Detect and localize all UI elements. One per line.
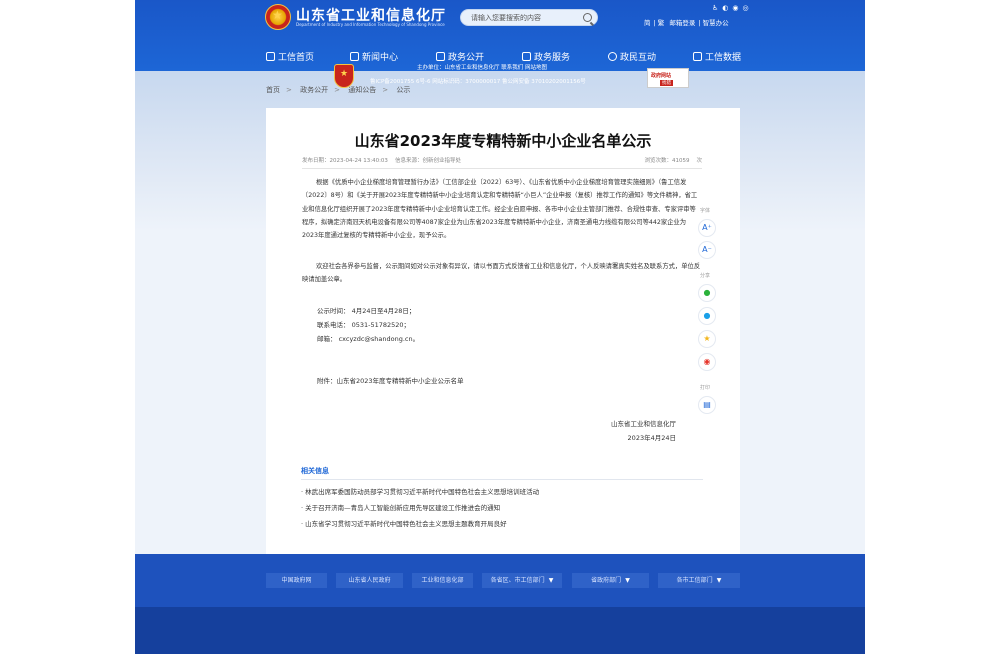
weibo-icon[interactable]: ◎ [743,4,749,12]
view-count: 浏览次数：41059 次 [644,158,702,164]
breadcrumb-home[interactable]: 首页 [266,86,280,94]
simplified-link[interactable]: 简 [644,19,651,27]
article-paragraph-2: 欢迎社会各界参与监督，公示期间如对公示对象有异议，请以书面方式反馈省工业和信息化… [302,263,701,284]
document-icon [436,52,445,61]
footer-info [135,607,865,654]
publish-date: 2023-04-24 13:40:03 [329,158,388,164]
qzone-share-icon[interactable]: ★ [698,330,716,348]
utility-links: 简 | 繁 邮箱登录 | 智慧办公 [644,19,729,27]
related-divider [301,479,703,480]
service-icon [522,52,531,61]
footer-dropdown-city[interactable]: 各市工信部门 ▼ [658,573,740,588]
breadcrumb-current[interactable]: 公示 [396,86,410,94]
gov-website-error-badge[interactable]: 政府网站 找错 [647,68,689,88]
nav-home[interactable]: 工信首页 [266,50,314,63]
search-icon[interactable] [583,13,592,22]
breadcrumb-open-government[interactable]: 政务公开 [300,86,328,94]
site-subtitle: Department of Industry and Information T… [296,22,445,27]
smart-office-link[interactable]: 智慧办公 [703,19,729,27]
signature-date: 2023年4月24日 [627,434,676,442]
wechat-icon[interactable]: ◉ [732,4,738,12]
data-icon [693,52,702,61]
footer-dropdown-provincial[interactable]: 各省区、市工信部门 ▼ [482,573,562,588]
contact-phone: 联系电话： 0531-51782520； [317,321,411,329]
font-size-label: 字体 [700,208,711,214]
related-item[interactable]: · 林武出席军委国防动员部学习贯彻习近平新时代中国特色社会主义思想培训班活动 [301,486,539,496]
share-label: 分享 [700,273,711,279]
page: 山东省工业和信息化厅 Department of Industry and In… [135,0,865,654]
source-value: 创新创业指导处 [422,158,461,164]
footer-link-shandong-gov[interactable]: 山东省人民政府 [336,573,403,588]
attachment-link[interactable]: 附件：山东省2023年度专精特新中小企业公示名单 [317,375,464,385]
wechat-share-icon[interactable]: ● [698,284,716,302]
article-meta: 发布日期：2023-04-24 13:40:03 信息来源：创新创业指导处 浏览… [302,156,702,164]
search-input[interactable]: 请输入您要搜索的内容 [471,13,541,23]
qq-share-icon[interactable]: ● [698,307,716,325]
gov-badge-title: 政府网站 [651,73,672,79]
print-label: 打印 [700,385,711,391]
nav-label: 工信数据 [705,53,742,63]
source-label: 信息来源： [394,158,423,164]
home-icon [266,52,275,61]
nav-open-government[interactable]: 政务公开 [436,50,484,63]
footer-sponsor: 主办单位：山东省工业和信息化厅 联系我们 网站地图 [417,65,547,71]
footer-dropdown-departments[interactable]: 省政府部门 ▼ [572,573,649,588]
related-item[interactable]: · 关于召开济南—青岛人工智能创新应用先导区建设工作推进会的通知 [301,502,500,512]
footer-icp: 鲁ICP备2001755 6号-6 网站标识码：3700000017 鲁公网安备… [370,79,586,85]
signature-org: 山东省工业和信息化厅 [611,420,676,428]
weibo-share-icon[interactable]: ◉ [698,353,716,371]
mail-login-link[interactable]: 邮箱登录 [669,19,695,27]
breadcrumb-notices[interactable]: 通知公告 [348,86,376,94]
search-box[interactable]: 请输入您要搜索的内容 [460,9,598,26]
nav-label: 政务服务 [534,53,571,63]
footer-link-miit[interactable]: 工业和信息化部 [412,573,473,588]
contact-email: 邮箱： cxcyzdc@shandong.cn。 [317,335,420,343]
article-paragraph-1: 根据《优质中小企业梯度培育管理暂行办法》（工信部企业〔2022〕63号）、《山东… [302,179,698,240]
nav-label: 新闻中心 [362,53,399,63]
national-emblem-icon[interactable] [265,4,291,30]
accessibility-icon[interactable]: ♿ [712,4,718,12]
news-icon [350,52,359,61]
accessibility-icons: ♿ ◐ ◉ ◎ [712,4,753,12]
related-item[interactable]: · 山东省学习贯彻习近平新时代中国特色社会主义思想主题教育开局良好 [301,518,507,528]
nav-news[interactable]: 新闻中心 [350,50,398,63]
nav-interaction[interactable]: 政民互动 [608,50,656,63]
sound-icon[interactable]: ◐ [722,4,728,12]
font-increase-button[interactable]: A⁺ [698,219,716,237]
nav-label: 工信首页 [278,53,315,63]
footer-links-bar: 中国政府网 山东省人民政府 工业和信息化部 各省区、市工信部门 ▼ 省政府部门 ▼ … [135,554,865,607]
related-title: 相关信息 [301,467,329,475]
site-header: 山东省工业和信息化厅 Department of Industry and In… [135,0,865,71]
meta-divider [302,168,702,169]
publish-label: 发布日期： [302,158,330,164]
footer-link-china-gov[interactable]: 中国政府网 [266,573,327,588]
font-decrease-button[interactable]: A⁻ [698,241,716,259]
article-title: 山东省2023年度专精特新中小企业名单公示 [354,132,652,150]
print-icon[interactable]: ▤ [698,396,716,414]
nav-data[interactable]: 工信数据 [693,50,741,63]
contact-period: 公示时间： 4月24日至4月28日； [317,307,416,315]
nav-label: 政民互动 [620,53,657,63]
nav-label: 政务公开 [448,53,485,63]
party-emblem-icon[interactable] [334,64,354,88]
site-footer: 中国政府网 山东省人民政府 工业和信息化部 各省区、市工信部门 ▼ 省政府部门 ▼ … [135,554,865,654]
gov-badge-report: 找错 [660,80,673,86]
interaction-icon [608,52,617,61]
traditional-link[interactable]: 繁 [658,19,665,27]
nav-government-services[interactable]: 政务服务 [522,50,570,63]
